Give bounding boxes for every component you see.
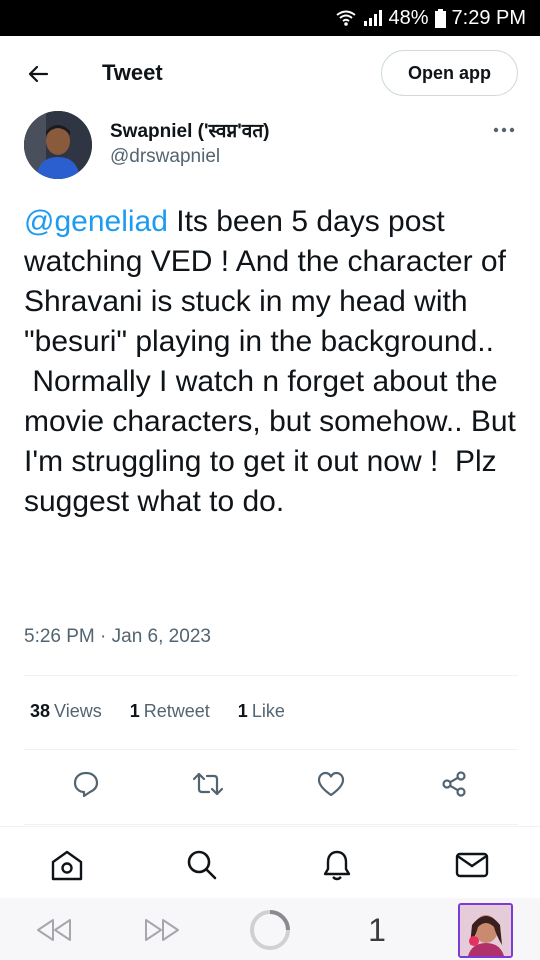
- signal-icon: [362, 9, 383, 27]
- notifications-icon: [323, 850, 351, 881]
- battery-percent: 48%: [388, 6, 429, 29]
- nav-notifications[interactable]: [317, 845, 357, 885]
- views-stat[interactable]: 38 Views: [30, 701, 102, 722]
- divider: [24, 824, 518, 825]
- profile-thumbnail[interactable]: [458, 903, 513, 958]
- views-count: 38: [30, 701, 51, 721]
- retweets-label: Retweet: [143, 701, 210, 721]
- browser-toolbar: 1: [0, 898, 540, 960]
- tab-count: 1: [368, 911, 386, 948]
- more-icon: [493, 127, 515, 133]
- messages-icon: [455, 852, 489, 878]
- tweet-body: Its been 5 days post watching VED ! And …: [24, 205, 516, 518]
- views-label: Views: [54, 701, 102, 721]
- nav-home[interactable]: [47, 845, 87, 885]
- retweets-count: 1: [129, 701, 140, 721]
- bottom-nav: [0, 826, 540, 898]
- search-icon: [187, 850, 217, 880]
- browser-forward-button[interactable]: [142, 910, 182, 950]
- reply-button[interactable]: [68, 766, 104, 802]
- tab-switcher-button[interactable]: 1: [360, 910, 394, 950]
- retweet-icon: [192, 772, 224, 796]
- page-title: Tweet: [102, 60, 163, 85]
- share-button[interactable]: [436, 766, 472, 802]
- home-icon: [51, 850, 83, 881]
- fast-forward-icon: [145, 919, 179, 941]
- like-button[interactable]: [313, 766, 349, 802]
- browser-reload-button[interactable]: [248, 910, 292, 950]
- divider: [24, 675, 518, 676]
- clock: 7:29 PM: [451, 6, 526, 29]
- battery-icon: [434, 8, 446, 28]
- nav-search[interactable]: [182, 845, 222, 885]
- rewind-icon: [37, 919, 71, 941]
- retweet-button[interactable]: [190, 766, 226, 802]
- retweets-stat[interactable]: 1 Retweet: [130, 701, 210, 722]
- wifi-icon: [336, 9, 357, 27]
- tweet-timestamp[interactable]: 5:26 PM · Jan 6, 2023: [24, 626, 211, 648]
- nav-messages[interactable]: [452, 845, 492, 885]
- likes-count: 1: [237, 701, 248, 721]
- status-bar: 48% 7:29 PM: [0, 0, 540, 36]
- back-button[interactable]: [22, 58, 54, 90]
- open-app-button[interactable]: Open app: [381, 50, 518, 96]
- divider: [24, 749, 518, 750]
- loading-icon: [250, 910, 290, 950]
- mention-link[interactable]: @geneliad: [24, 205, 168, 238]
- tweet-header: Tweet Open app: [0, 36, 540, 110]
- reply-icon: [73, 771, 99, 798]
- share-icon: [442, 771, 466, 797]
- likes-label: Like: [251, 701, 285, 721]
- like-icon: [317, 771, 345, 797]
- author-name[interactable]: Swapniel ('स्वप्न'वत): [110, 117, 269, 143]
- tweet-stats: 38 Views 1 Retweet 1 Like: [30, 701, 313, 722]
- browser-back-button[interactable]: [34, 910, 74, 950]
- author-handle[interactable]: @drswapniel: [110, 146, 220, 168]
- tweet-text: @geneliad Its been 5 days post watching …: [24, 202, 520, 522]
- back-arrow-icon: [28, 65, 49, 83]
- more-options-button[interactable]: [488, 118, 520, 142]
- tweet-actions: [0, 766, 540, 802]
- avatar[interactable]: [24, 111, 92, 179]
- likes-stat[interactable]: 1 Like: [238, 701, 285, 722]
